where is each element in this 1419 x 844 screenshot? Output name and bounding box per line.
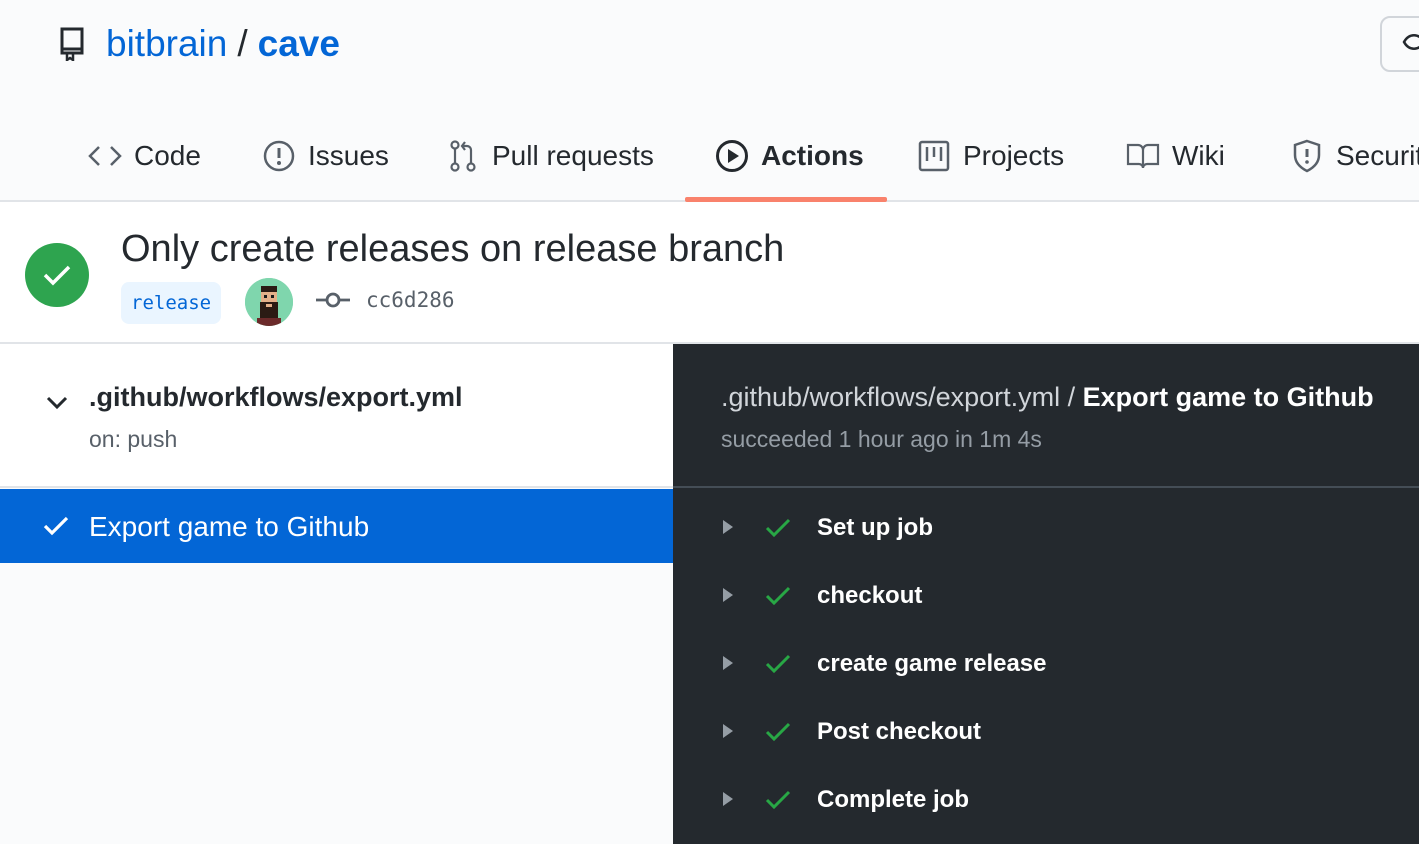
log-job-name: Export game to Github (1082, 382, 1374, 412)
tab-wiki[interactable]: Wiki (1126, 110, 1225, 202)
check-icon (764, 721, 792, 743)
tab-label: Projects (963, 140, 1065, 171)
git-pull-request-icon (446, 139, 480, 173)
step-row[interactable]: Set up job (673, 498, 1419, 566)
repo-header: bitbrain / cave Code Issues Pull request… (0, 0, 1419, 202)
book-icon (1126, 139, 1160, 173)
check-icon (764, 517, 792, 539)
shield-icon (1290, 139, 1324, 173)
watch-button[interactable] (1380, 16, 1419, 72)
repo-title: bitbrain / cave (58, 22, 340, 66)
workflow-header[interactable]: .github/workflows/export.yml on: push (0, 344, 673, 488)
tab-label: Issues (308, 140, 389, 171)
play-icon (715, 139, 749, 173)
run-title: Only create releases on release branch (121, 228, 785, 270)
tab-security[interactable]: Securit (1290, 110, 1419, 202)
tab-label: Securit (1336, 140, 1419, 171)
check-icon (764, 585, 792, 607)
step-label: Post checkout (817, 718, 982, 745)
triangle-right-icon[interactable] (721, 654, 735, 672)
log-path: .github/workflows/export.yml / Export ga… (721, 382, 1374, 413)
job-name: Export game to Github (89, 511, 370, 542)
step-row[interactable]: Post checkout (673, 702, 1419, 770)
workflow-trigger: on: push (89, 426, 178, 452)
run-success-icon (25, 243, 89, 307)
tab-code[interactable]: Code (88, 110, 201, 202)
tab-pull-requests[interactable]: Pull requests (446, 110, 654, 202)
log-header: .github/workflows/export.yml / Export ga… (673, 344, 1419, 488)
triangle-right-icon[interactable] (721, 586, 735, 604)
tab-projects[interactable]: Projects (917, 110, 1064, 202)
step-row[interactable]: Complete job (673, 770, 1419, 838)
tab-label: Actions (761, 140, 864, 171)
job-item-export-game[interactable]: Export game to Github (0, 489, 673, 563)
git-commit-icon (316, 290, 350, 310)
workflow-sidebar: .github/workflows/export.yml on: push Ex… (0, 344, 673, 844)
workflow-file-name: .github/workflows/export.yml (89, 382, 463, 412)
log-status-line: succeeded 1 hour ago in 1m 4s (721, 426, 1042, 452)
check-icon (42, 515, 70, 537)
repo-name-link[interactable]: cave (258, 22, 340, 66)
step-label: checkout (817, 582, 923, 609)
check-icon (764, 789, 792, 811)
project-icon (917, 139, 951, 173)
log-path-prefix: .github/workflows/export.yml / (721, 382, 1076, 412)
chevron-down-icon[interactable] (44, 392, 70, 414)
step-label: create game release (817, 650, 1047, 677)
code-icon (88, 139, 122, 173)
tab-label: Code (134, 140, 201, 171)
job-log-panel: .github/workflows/export.yml / Export ga… (673, 344, 1419, 844)
triangle-right-icon[interactable] (721, 790, 735, 808)
tab-label: Pull requests (492, 140, 654, 171)
repo-icon (58, 26, 90, 62)
step-row[interactable]: create game release (673, 634, 1419, 702)
repo-owner-link[interactable]: bitbrain (106, 22, 227, 66)
step-row[interactable]: checkout (673, 566, 1419, 634)
tab-issues[interactable]: Issues (262, 110, 389, 202)
eye-icon (1402, 30, 1419, 59)
avatar[interactable] (245, 278, 293, 326)
repo-separator: / (237, 23, 248, 64)
branch-tag[interactable]: release (121, 282, 222, 324)
tab-label: Wiki (1172, 140, 1225, 171)
commit-sha-link[interactable]: cc6d286 (366, 288, 455, 312)
step-label: Complete job (817, 786, 970, 813)
check-icon (764, 653, 792, 675)
run-header: Only create releases on release branch r… (0, 202, 1419, 344)
step-label: Set up job (817, 514, 933, 541)
triangle-right-icon[interactable] (721, 722, 735, 740)
triangle-right-icon[interactable] (721, 518, 735, 536)
issue-opened-icon (262, 139, 296, 173)
tab-actions[interactable]: Actions (715, 110, 864, 202)
